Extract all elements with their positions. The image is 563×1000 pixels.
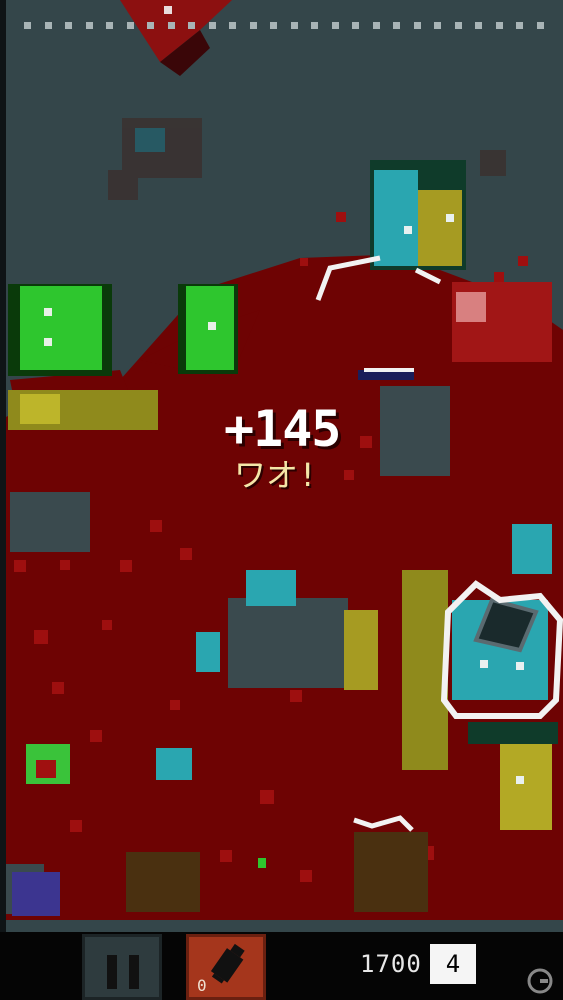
hud-bar: 0 1700 4 <box>0 932 563 1000</box>
multiplier-badge: 4 <box>430 944 476 984</box>
dot <box>434 22 442 29</box>
dot <box>454 22 462 29</box>
dot <box>188 22 196 29</box>
dot <box>24 22 31 29</box>
dot <box>126 22 134 29</box>
green-block-left[interactable] <box>8 284 112 376</box>
game-board[interactable]: +145 ワオ! <box>0 0 563 932</box>
dot <box>290 22 298 29</box>
yellow-block-left[interactable] <box>8 390 158 430</box>
pause-button[interactable] <box>82 934 162 1000</box>
cyan-splat-small <box>156 748 192 780</box>
dot <box>44 22 52 29</box>
dot <box>106 22 114 29</box>
dot <box>495 22 503 29</box>
dot <box>167 22 175 29</box>
bomb-count: 0 <box>197 976 207 995</box>
dot <box>352 22 360 29</box>
cyan-yellow-block-top[interactable] <box>370 160 466 270</box>
dot <box>413 22 421 29</box>
dot <box>208 22 216 29</box>
dot <box>270 22 278 29</box>
green-speck <box>258 858 266 868</box>
dot <box>311 22 319 29</box>
green-block-middle[interactable] <box>178 284 238 374</box>
gamer-logo-icon <box>527 968 553 994</box>
dot <box>229 22 237 29</box>
dot <box>475 22 483 29</box>
top-dot-row <box>24 22 544 30</box>
dot <box>331 22 339 29</box>
background-cyan-splat <box>135 128 165 152</box>
white-debris <box>364 368 414 372</box>
dot <box>393 22 401 29</box>
dot <box>65 22 73 29</box>
dark-green-strip <box>468 722 558 744</box>
red-block-right[interactable] <box>452 282 552 362</box>
bomb-button[interactable]: 0 <box>186 934 266 1000</box>
dot <box>372 22 380 29</box>
popup-points: +145 <box>224 400 341 458</box>
score-value: 1700 <box>360 950 422 978</box>
dot <box>85 22 93 29</box>
left-wall <box>0 0 6 932</box>
dot <box>147 22 155 29</box>
dot <box>249 22 257 29</box>
score-popup: +145 ワオ! <box>224 402 424 494</box>
dot <box>536 22 544 29</box>
selected-cyan-block[interactable] <box>440 580 563 719</box>
green-splat-left <box>26 744 70 784</box>
cyan-fragment-right <box>512 524 552 574</box>
popup-exclaim: ワオ! <box>234 456 318 494</box>
red-block-top[interactable] <box>120 0 232 76</box>
dot <box>516 22 524 29</box>
purple-splat <box>12 872 60 916</box>
